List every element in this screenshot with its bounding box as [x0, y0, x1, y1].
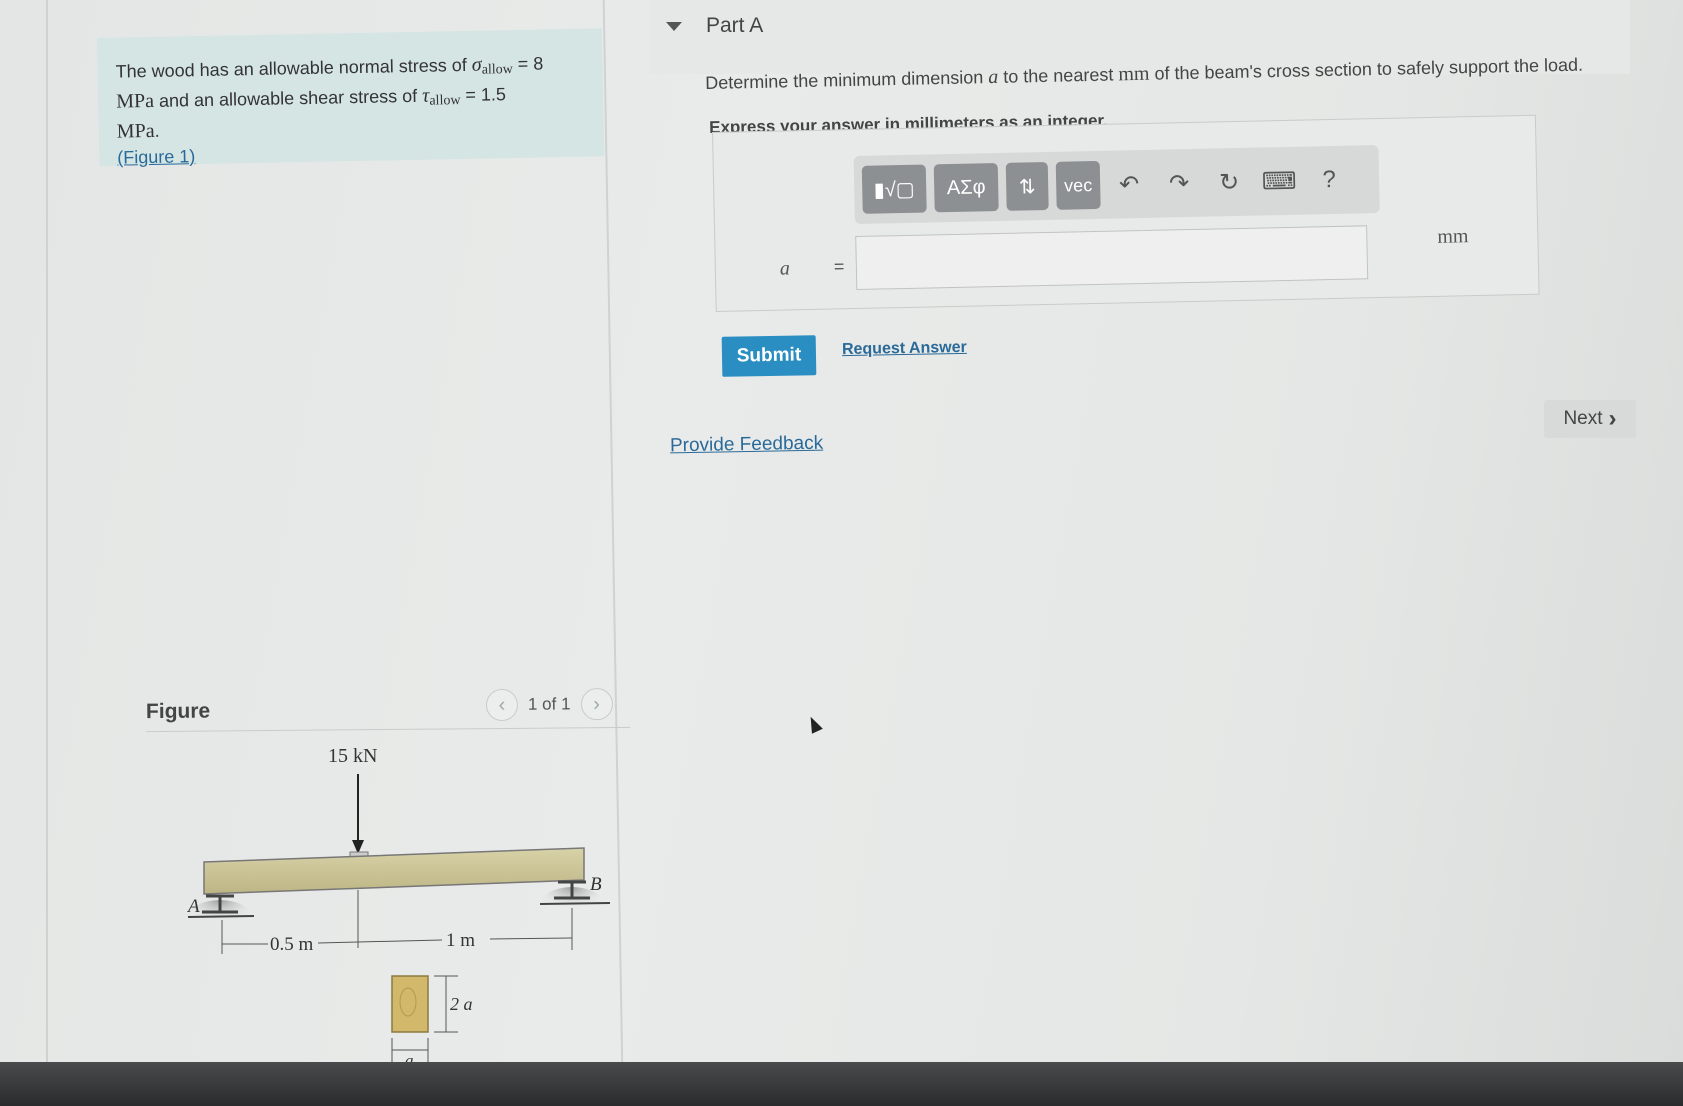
- support-a-label: A: [186, 896, 200, 917]
- problem-statement: The wood has an allowable normal stress …: [97, 28, 605, 168]
- vec-button[interactable]: vec: [1055, 160, 1101, 210]
- provide-feedback-link[interactable]: Provide Feedback: [670, 433, 824, 458]
- redo-button[interactable]: ↷: [1158, 159, 1201, 208]
- question-text-2: to the nearest: [998, 64, 1119, 87]
- undo-button[interactable]: ↶: [1108, 160, 1151, 209]
- unit-mpa-1: MPa: [116, 89, 155, 113]
- dim-line-2: [317, 941, 359, 944]
- prev-figure-button[interactable]: ‹: [485, 688, 519, 722]
- part-title: Part A: [706, 14, 764, 37]
- keyboard-icon: ⌨: [1261, 167, 1297, 195]
- reset-icon: ↻: [1218, 168, 1240, 196]
- pager-text: 1 of 1: [527, 694, 571, 714]
- greek-icon: ΑΣφ: [946, 175, 986, 199]
- templates-button[interactable]: ▮√▢: [861, 164, 927, 214]
- left-border: [46, 0, 48, 1100]
- wood-beam: [203, 847, 585, 895]
- help-icon: ?: [1322, 165, 1337, 194]
- math-toolbar: ▮√▢ ΑΣφ ⇅ vec ↶ ↷ ↻ ⌨ ?: [853, 145, 1380, 225]
- greek-button[interactable]: ΑΣφ: [933, 163, 999, 213]
- help-button[interactable]: ?: [1308, 156, 1351, 205]
- caret-down-icon[interactable]: [666, 22, 682, 31]
- sigma-value: = 8: [512, 53, 544, 75]
- problem-text-1: The wood has an allowable normal stress …: [115, 54, 472, 82]
- answer-unit: mm: [1437, 225, 1469, 248]
- next-label: Next: [1563, 408, 1603, 429]
- screen-bezel: [0, 1062, 1683, 1106]
- figure-header: Figure ‹ 1 of 1 ›: [145, 687, 631, 733]
- answer-input[interactable]: [855, 225, 1369, 291]
- chevron-right-icon: ›: [593, 692, 600, 715]
- figure-link[interactable]: (Figure 1): [117, 144, 195, 169]
- reset-button[interactable]: ↻: [1208, 158, 1251, 207]
- page: The wood has an allowable normal stress …: [0, 0, 1683, 1106]
- dim-line-4: [489, 937, 573, 940]
- support-b-label: B: [590, 874, 602, 895]
- beam-figure: 15 kN A B 0.5 m 1 m 2 a a: [186, 745, 611, 1070]
- tau-value: = 1.5: [460, 84, 507, 106]
- sigma-symbol: σ: [471, 53, 482, 76]
- arrows-icon: ⇅: [1018, 175, 1036, 199]
- templates-icon: ▮√▢: [873, 178, 915, 202]
- unit-mpa-2: MPa: [116, 119, 155, 143]
- question-text-1: Determine the minimum dimension: [705, 67, 989, 93]
- dim-left-label: 0.5 m: [270, 934, 314, 955]
- next-button[interactable]: Next ›: [1544, 400, 1636, 438]
- question-unit: mm: [1118, 62, 1150, 86]
- support-b-base: [539, 902, 611, 905]
- problem-text-2: and an allowable shear stress of: [153, 85, 423, 111]
- next-figure-button[interactable]: ›: [580, 688, 613, 721]
- question-variable: a: [988, 65, 999, 89]
- request-answer-link[interactable]: Request Answer: [842, 339, 967, 359]
- undo-icon: ↶: [1118, 170, 1140, 198]
- arrows-button[interactable]: ⇅: [1005, 161, 1049, 211]
- tau-subscript: allow: [429, 93, 461, 109]
- equals-sign: =: [833, 256, 845, 277]
- sigma-subscript: allow: [481, 62, 513, 78]
- vec-label: vec: [1063, 174, 1093, 196]
- answer-variable: a: [779, 257, 791, 280]
- dim-right-label: 1 m: [446, 930, 475, 951]
- problem-text: The wood has an allowable normal stress …: [115, 53, 544, 169]
- answer-box: ▮√▢ ΑΣφ ⇅ vec ↶ ↷ ↻ ⌨ ? a = mm: [712, 114, 1540, 312]
- chevron-left-icon: ‹: [498, 693, 506, 716]
- keyboard-button[interactable]: ⌨: [1258, 157, 1301, 206]
- dim-line-3: [357, 939, 443, 943]
- cross-section: [391, 975, 429, 1033]
- height-label: 2 a: [450, 994, 473, 1014]
- submit-button[interactable]: Submit: [721, 335, 817, 377]
- figure-title: Figure: [145, 699, 211, 724]
- load-label: 15 kN: [328, 745, 377, 767]
- chevron-right-icon: ›: [1608, 405, 1617, 432]
- mouse-cursor-icon: [805, 714, 823, 734]
- figure-pager: ‹ 1 of 1 ›: [485, 688, 613, 722]
- redo-icon: ↷: [1168, 169, 1190, 197]
